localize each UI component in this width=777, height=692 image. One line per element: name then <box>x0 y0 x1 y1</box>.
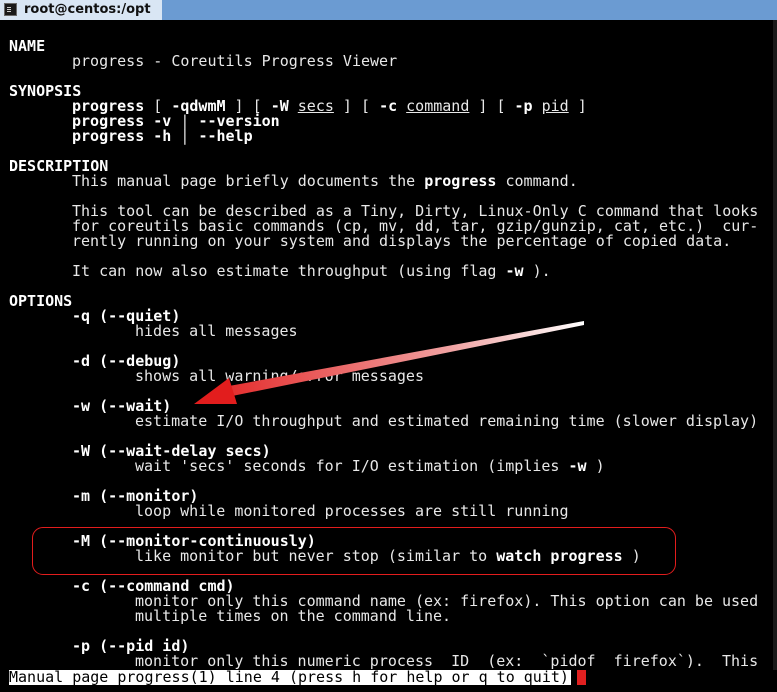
option-wait-delay-desc: wait 'secs' seconds for I/O estimation (… <box>135 457 605 475</box>
option-debug-desc: shows all warning/error messages <box>135 367 424 385</box>
terminal-icon <box>4 3 17 16</box>
description-line-1: This manual page briefly documents the p… <box>72 172 578 190</box>
section-heading-name: NAME <box>9 37 46 55</box>
section-heading-synopsis: SYNOPSIS <box>9 82 82 100</box>
option-command-desc-line-2: multiple times on the command line. <box>135 607 452 625</box>
name-text: progress - Coreutils Progress Viewer <box>72 52 398 70</box>
terminal-scrollbar[interactable] <box>773 20 777 670</box>
option-monitor-desc: loop while monitored processes are still… <box>135 502 569 520</box>
window-titlebar: root@centos:/opt <box>0 0 777 20</box>
window-title: root@centos:/opt <box>24 2 151 17</box>
pager-status-line: Manual page progress(1) line 4 (press h … <box>9 668 571 686</box>
terminal-cursor <box>577 670 586 685</box>
description-throughput-line: It can now also estimate throughput (usi… <box>72 262 551 280</box>
synopsis-line-3: progress -h | --help <box>72 127 253 145</box>
section-heading-options: OPTIONS <box>9 292 73 310</box>
option-pid-desc: monitor only this numeric process ID (ex… <box>135 652 759 670</box>
description-paragraph-line: rently running on your system and displa… <box>72 232 732 250</box>
option-wait-desc: estimate I/O throughput and estimated re… <box>135 412 759 430</box>
option-quiet-desc: hides all messages <box>135 322 298 340</box>
highlight-box <box>32 527 676 575</box>
terminal-tab[interactable]: root@centos:/opt <box>0 0 162 20</box>
